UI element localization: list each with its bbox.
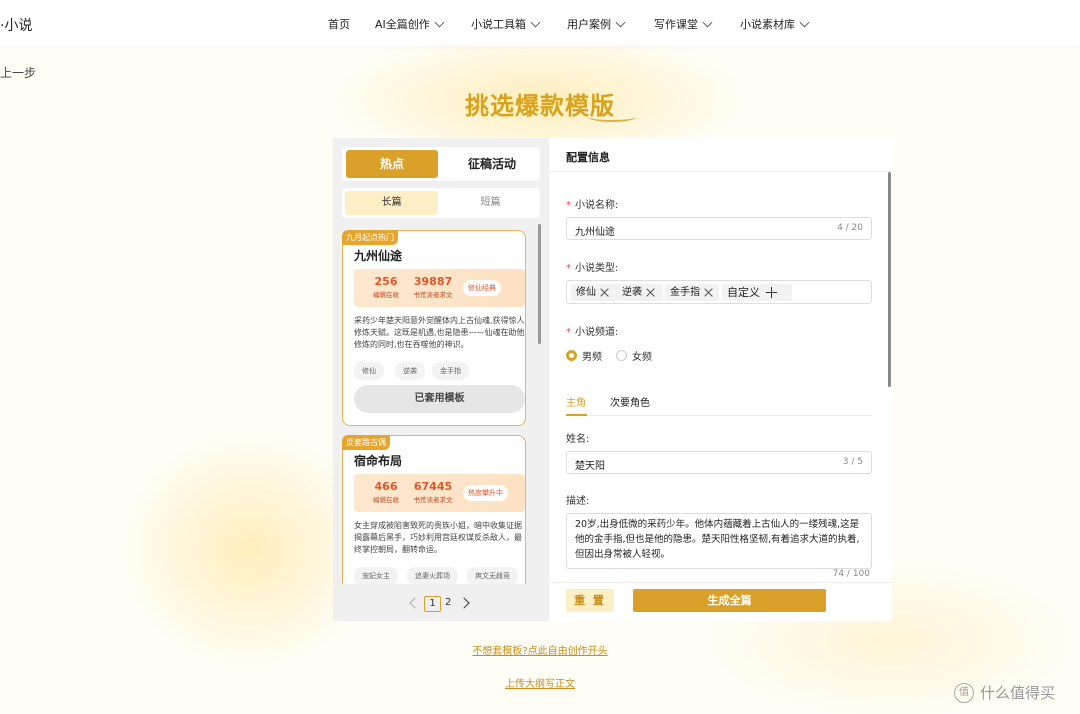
watermark: 值 什么值得买 <box>954 682 1055 703</box>
list-scrollbar[interactable] <box>538 224 541 344</box>
template-card[interactable]: 反套路古偶 宿命布局 466 编辑在收 67445 书荒读者求文 热度攀升中 女… <box>342 435 526 584</box>
config-panel: 配置信息 * 小说名称: 九州仙途 4 / 20 * 小说类型: 修仙 逆袭 金手指… <box>549 138 892 621</box>
generate-button[interactable]: 生成全篇 <box>633 589 826 612</box>
watermark-logo-icon: 值 <box>954 682 974 703</box>
tab-main-role[interactable]: 主角 <box>566 394 586 409</box>
close-icon[interactable] <box>646 288 655 297</box>
page-1-button[interactable]: 1 <box>424 596 441 612</box>
page-2-button[interactable]: 2 <box>445 597 451 608</box>
brand-logo[interactable]: ·小说 <box>0 15 32 35</box>
type-tag[interactable]: 金手指 <box>665 284 719 301</box>
upload-outline-link[interactable]: 上传大纲写正文 <box>0 675 1080 690</box>
nav-home[interactable]: 首页 <box>328 16 350 32</box>
free-create-link[interactable]: 不想套模板?点此自由创作开头 <box>0 642 1080 657</box>
nav-writing-class[interactable]: 写作课堂 <box>654 16 713 32</box>
card-chip: 爽文无雌竞 <box>467 567 518 584</box>
stat-readers-label: 书荒读者求文 <box>413 291 453 299</box>
stat-readers-label: 书荒读者求文 <box>413 496 453 504</box>
card-chip: 追妻火葬场 <box>407 567 458 584</box>
role-name-input[interactable]: 楚天阳 3 / 5 <box>566 451 872 474</box>
pagination: 1 2 <box>333 594 549 614</box>
char-counter: 74 / 100 <box>832 569 870 579</box>
char-counter: 3 / 5 <box>842 457 863 467</box>
template-panel: 热点 征稿活动 长篇 短篇 九月起点热门 九州仙途 256 编辑在收 39887… <box>333 138 549 621</box>
config-footer: 重 置 生成全篇 <box>549 582 892 621</box>
title-underline-decoration <box>588 112 636 122</box>
active-tab-indicator <box>566 414 587 416</box>
card-description: 采药少年楚天阳意外觉醒体内上古仙魂,获得惊人修炼天赋。这既是机遇,也是隐患——仙… <box>354 316 525 349</box>
stat-readers-count: 39887 <box>413 275 453 288</box>
next-page-icon[interactable] <box>458 597 470 609</box>
stat-editors-label: 编辑在收 <box>373 496 399 504</box>
type-tag[interactable]: 修仙 <box>571 284 617 301</box>
tab-contest[interactable]: 征稿活动 <box>446 150 538 178</box>
config-header: 配置信息 <box>549 138 892 172</box>
card-badge: 反套路古偶 <box>342 435 390 450</box>
tab-short[interactable]: 短篇 <box>444 191 537 215</box>
radio-checked-icon <box>566 350 577 361</box>
card-chip: 金手指 <box>432 362 469 380</box>
nav-user-cases[interactable]: 用户案例 <box>567 16 626 32</box>
chevron-down-icon <box>615 17 626 27</box>
plus-icon <box>766 287 777 298</box>
stat-editors-count: 466 <box>374 480 398 493</box>
channel-male-radio[interactable]: 男频 <box>566 348 602 363</box>
tab-secondary-role[interactable]: 次要角色 <box>610 394 650 409</box>
radio-unchecked-icon <box>616 350 627 361</box>
back-link[interactable]: 上一步 <box>0 64 36 81</box>
novel-channel-label: * 小说频道: <box>566 327 619 338</box>
novel-name-input[interactable]: 九州仙途 4 / 20 <box>566 217 872 240</box>
card-badge: 九月起点热门 <box>342 230 398 245</box>
stat-readers-count: 67445 <box>413 480 453 493</box>
card-title: 九州仙途 <box>354 249 403 263</box>
template-card[interactable]: 九月起点热门 九州仙途 256 编辑在收 39887 书荒读者求文 修仙经典 采… <box>342 230 526 426</box>
type-tag[interactable]: 逆袭 <box>617 284 663 301</box>
length-tabs: 长篇 短篇 <box>342 188 540 218</box>
template-list: 九月起点热门 九州仙途 256 编辑在收 39887 书荒读者求文 修仙经典 采… <box>342 230 534 584</box>
role-desc-label: 描述: <box>566 496 590 507</box>
category-tabs: 热点 征稿活动 <box>342 147 540 181</box>
chevron-down-icon <box>434 17 445 27</box>
channel-female-radio[interactable]: 女频 <box>616 348 652 363</box>
chevron-down-icon <box>530 17 541 27</box>
chevron-down-icon <box>799 17 810 27</box>
role-tabs: 主角 次要角色 <box>566 394 872 416</box>
novel-type-label: * 小说类型: <box>566 263 619 274</box>
prev-page-icon[interactable] <box>409 597 421 609</box>
card-description: 女主穿成被陷害致死的贵族小姐，暗中收集证据揭露幕后黑手，巧妙利用宫廷权谋反杀敌人… <box>354 521 522 554</box>
card-chip: 逆袭 <box>395 362 425 380</box>
close-icon[interactable] <box>600 288 609 297</box>
reset-button[interactable]: 重 置 <box>566 589 614 612</box>
nav-ai-writing[interactable]: AI全篇创作 <box>375 16 445 32</box>
card-chip: 修仙 <box>354 362 384 380</box>
card-stats: 256 编辑在收 39887 书荒读者求文 修仙经典 <box>354 269 525 307</box>
config-scrollbar[interactable] <box>888 172 891 387</box>
char-counter: 4 / 20 <box>837 223 863 233</box>
novel-name-label: * 小说名称: <box>566 200 619 211</box>
card-title: 宿命布局 <box>354 454 403 468</box>
applied-template-button[interactable]: 已套用模板 <box>354 385 525 413</box>
card-hot-tag: 修仙经典 <box>463 280 501 296</box>
card-hot-tag: 热度攀升中 <box>463 485 508 501</box>
role-desc-textarea[interactable]: 20岁,出身低微的采药少年。他体内蕴藏着上古仙人的一缕残魂,这是他的金手指,但也… <box>566 513 872 569</box>
tab-long[interactable]: 长篇 <box>345 191 438 215</box>
card-chip: 宠妃女主 <box>354 567 398 584</box>
custom-type-button[interactable]: 自定义 <box>722 284 792 301</box>
nav-material-library[interactable]: 小说素材库 <box>740 16 810 32</box>
card-stats: 466 编辑在收 67445 书荒读者求文 热度攀升中 <box>354 474 525 512</box>
nav-toolbox[interactable]: 小说工具箱 <box>471 16 541 32</box>
page-title: 挑选爆款模版 <box>465 92 615 120</box>
top-nav: ·小说 首页 AI全篇创作 小说工具箱 用户案例 写作课堂 小说素材库 <box>0 0 1080 46</box>
chevron-down-icon <box>702 17 713 27</box>
tab-hot[interactable]: 热点 <box>346 150 438 178</box>
novel-type-tags[interactable]: 修仙 逆袭 金手指 自定义 <box>566 280 872 304</box>
stat-editors-count: 256 <box>374 275 398 288</box>
stat-editors-label: 编辑在收 <box>373 291 399 299</box>
close-icon[interactable] <box>704 288 713 297</box>
role-name-label: 姓名: <box>566 434 590 445</box>
